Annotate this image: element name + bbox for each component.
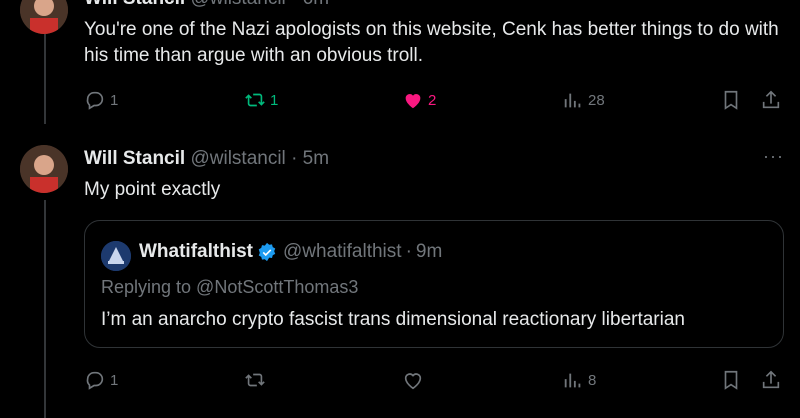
quoted-text: I’m an anarcho crypto fascist trans dime… [101, 309, 685, 330]
bookmark-icon [724, 370, 738, 390]
separator-dot: · [405, 241, 412, 262]
views-count: 28 [588, 91, 605, 109]
like-icon [405, 94, 421, 109]
separator-dot: · [291, 0, 297, 9]
retweet-count: 1 [270, 91, 279, 109]
views-button[interactable]: 28 [562, 89, 605, 111]
reply-button[interactable]: 1 [84, 89, 118, 111]
retweet-icon [245, 93, 265, 107]
quoted-timestamp[interactable]: 9m [416, 241, 442, 263]
replying-to-label[interactable]: Replying to @NotScottThomas3 [101, 277, 358, 298]
quoted-author-handle[interactable]: @whatifalthist [283, 241, 402, 263]
tweet-1[interactable]: Will Stancil @wilstancil · 6m You're one… [0, 0, 800, 130]
quoted-avatar[interactable] [101, 241, 131, 271]
reply-icon [86, 91, 104, 110]
reply-icon [86, 371, 104, 390]
avatar[interactable] [20, 145, 68, 193]
author-handle[interactable]: @wilstancil [190, 0, 285, 9]
share-button[interactable] [760, 369, 782, 391]
tweet-text: You're one of the Nazi apologists on thi… [84, 19, 779, 66]
author-handle[interactable]: @wilstancil [190, 148, 285, 169]
separator-dot: · [291, 148, 298, 169]
retweet-icon [245, 373, 265, 387]
more-options-button[interactable]: ··· [763, 0, 784, 7]
tweet-header: Will Stancil @wilstancil · 6m [84, 0, 329, 10]
tweet-header: Will Stancil @wilstancil · 5m [84, 148, 329, 170]
reply-button[interactable]: 1 [84, 369, 118, 391]
reply-count: 1 [110, 371, 119, 389]
share-icon [762, 370, 780, 389]
quoted-author-name[interactable]: Whatifalthist [139, 241, 253, 263]
like-button[interactable]: 2 [402, 89, 436, 111]
timestamp[interactable]: 5m [303, 148, 329, 169]
quoted-header: Whatifalthist @whatifalthist · 9m [139, 241, 442, 263]
share-icon [762, 90, 780, 109]
views-count: 8 [588, 371, 597, 389]
author-name[interactable]: Will Stancil [84, 148, 185, 169]
views-icon [564, 373, 581, 388]
like-count: 2 [428, 91, 437, 109]
bookmark-icon [724, 90, 738, 110]
quoted-tweet[interactable]: Whatifalthist @whatifalthist · 9m Replyi… [84, 220, 784, 348]
bookmark-button[interactable] [720, 89, 742, 111]
avatar[interactable] [20, 0, 68, 34]
more-options-button[interactable]: ··· [763, 146, 784, 167]
retweet-button[interactable]: 1 [244, 89, 278, 111]
like-button[interactable] [402, 369, 424, 391]
like-icon [404, 373, 422, 390]
retweet-button[interactable] [244, 369, 266, 391]
views-button[interactable]: 8 [562, 369, 596, 391]
author-name[interactable]: Will Stancil [84, 0, 185, 9]
action-bar: 1 8 [84, 369, 784, 393]
reply-count: 1 [110, 91, 119, 109]
action-bar: 1 1 2 28 [84, 89, 784, 113]
tweet-text: My point exactly [84, 179, 221, 200]
timestamp[interactable]: 6m [303, 0, 329, 9]
views-icon [564, 93, 581, 108]
bookmark-button[interactable] [720, 369, 742, 391]
share-button[interactable] [760, 89, 782, 111]
verified-badge-icon [258, 242, 276, 262]
